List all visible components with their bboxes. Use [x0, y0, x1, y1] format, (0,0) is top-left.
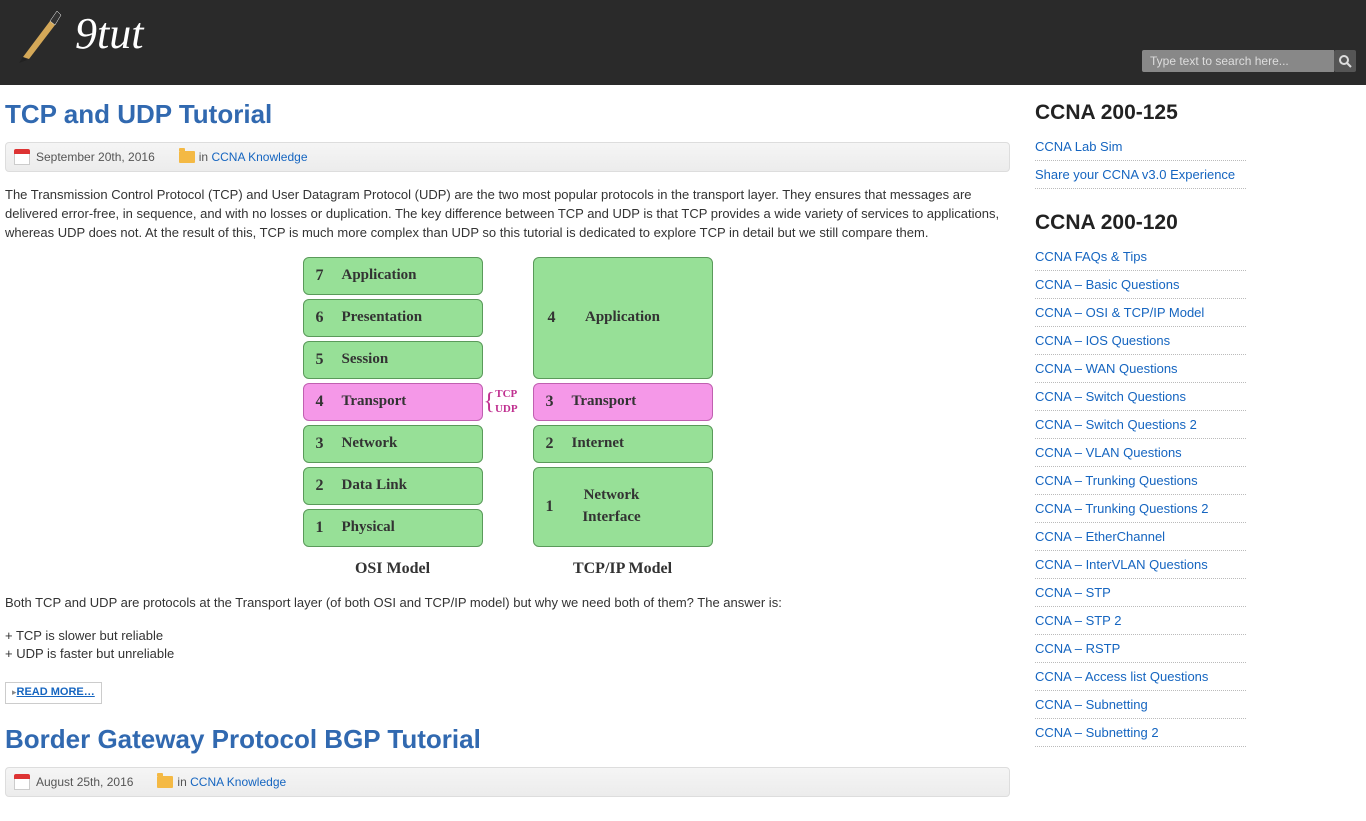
sidebar-item: CCNA FAQs & Tips [1035, 243, 1246, 271]
sidebar-item: CCNA – VLAN Questions [1035, 439, 1246, 467]
sidebar-link[interactable]: CCNA – Trunking Questions [1035, 473, 1198, 488]
osi-model-label: OSI Model [303, 557, 483, 580]
sidebar-item: CCNA – InterVLAN Questions [1035, 551, 1246, 579]
calendar-icon [14, 149, 30, 165]
bullets: + TCP is slower but reliable + UDP is fa… [5, 627, 1010, 665]
sidebar-item: CCNA – OSI & TCP/IP Model [1035, 299, 1246, 327]
sidebar-item: CCNA – EtherChannel [1035, 523, 1246, 551]
tcp-udp-badge: { TCP UDP [479, 387, 523, 419]
article-body: The Transmission Control Protocol (TCP) … [5, 186, 1010, 704]
osi-tcpip-diagram: 7Application 6Presentation 5Session 4Tra… [293, 257, 723, 580]
tcpip-layer-1: 1Network Interface [533, 467, 713, 547]
folder-icon [157, 776, 173, 788]
article-title: Border Gateway Protocol BGP Tutorial [5, 724, 1010, 755]
search-icon [1338, 54, 1352, 68]
sidebar-link[interactable]: CCNA – EtherChannel [1035, 529, 1165, 544]
article-meta: September 20th, 2016 in CCNA Knowledge [5, 142, 1010, 172]
site-name: 9tut [75, 8, 143, 59]
folder-icon [179, 151, 195, 163]
sidebar-link[interactable]: CCNA FAQs & Tips [1035, 249, 1147, 264]
article-date: September 20th, 2016 [36, 150, 155, 164]
sidebar-item: CCNA – Subnetting 2 [1035, 719, 1246, 747]
sidebar-link[interactable]: CCNA – WAN Questions [1035, 361, 1178, 376]
article-date: August 25th, 2016 [36, 775, 133, 789]
article-category-link[interactable]: CCNA Knowledge [190, 775, 286, 789]
sidebar-link[interactable]: CCNA – IOS Questions [1035, 333, 1170, 348]
sidebar-link[interactable]: CCNA – Subnetting [1035, 697, 1148, 712]
sidebar-link[interactable]: CCNA – RSTP [1035, 641, 1120, 656]
para2: Both TCP and UDP are protocols at the Tr… [5, 594, 1010, 613]
in-label: in [199, 150, 208, 164]
osi-layer-4: 4Transport [303, 383, 483, 421]
tcpip-layer-4: 4Application [533, 257, 713, 379]
osi-layer-5: 5Session [303, 341, 483, 379]
article-meta: August 25th, 2016 in CCNA Knowledge [5, 767, 1010, 797]
tcpip-layer-2: 2Internet [533, 425, 713, 463]
sidebar-item: CCNA – Access list Questions [1035, 663, 1246, 691]
main-content: TCP and UDP Tutorial September 20th, 201… [0, 85, 1020, 821]
sidebar-item: CCNA – WAN Questions [1035, 355, 1246, 383]
search-button[interactable] [1334, 50, 1356, 72]
in-label: in [177, 775, 186, 789]
sidebar-list-1: CCNA Lab Sim Share your CCNA v3.0 Experi… [1035, 133, 1246, 189]
readmore-link[interactable]: READ MORE… [17, 686, 95, 698]
sidebar-link[interactable]: CCNA – Switch Questions 2 [1035, 417, 1197, 432]
sidebar-link[interactable]: CCNA – InterVLAN Questions [1035, 557, 1208, 572]
sidebar-item: CCNA – Switch Questions [1035, 383, 1246, 411]
sidebar-section-title: CCNA 200-125 [1035, 101, 1246, 125]
intro-paragraph: The Transmission Control Protocol (TCP) … [5, 186, 1010, 243]
sidebar-link[interactable]: CCNA – STP 2 [1035, 613, 1121, 628]
sidebar-item: CCNA – Basic Questions [1035, 271, 1246, 299]
pen-icon [15, 9, 65, 59]
tcpip-column: 4Application 3Transport 2Internet 1Netwo… [533, 257, 713, 580]
search-box [1142, 50, 1356, 72]
sidebar-link[interactable]: CCNA – STP [1035, 585, 1111, 600]
article-2: Border Gateway Protocol BGP Tutorial Aug… [5, 724, 1010, 797]
tcpip-layer-3: 3Transport [533, 383, 713, 421]
container: TCP and UDP Tutorial September 20th, 201… [0, 85, 1366, 821]
site-logo[interactable]: 9tut [15, 8, 143, 59]
sidebar-link[interactable]: CCNA Lab Sim [1035, 139, 1122, 154]
sidebar-item: CCNA – Trunking Questions [1035, 467, 1246, 495]
sidebar-item: CCNA – Trunking Questions 2 [1035, 495, 1246, 523]
osi-layer-6: 6Presentation [303, 299, 483, 337]
sidebar-link[interactable]: Share your CCNA v3.0 Experience [1035, 167, 1235, 182]
tcpip-model-label: TCP/IP Model [533, 557, 713, 580]
calendar-icon [14, 774, 30, 790]
sidebar-link[interactable]: CCNA – Subnetting 2 [1035, 725, 1159, 740]
sidebar-item: Share your CCNA v3.0 Experience [1035, 161, 1246, 189]
osi-layer-1: 1Physical [303, 509, 483, 547]
sidebar-item: CCNA – RSTP [1035, 635, 1246, 663]
sidebar-link[interactable]: CCNA – Switch Questions [1035, 389, 1186, 404]
osi-column: 7Application 6Presentation 5Session 4Tra… [303, 257, 483, 580]
osi-layer-3: 3Network [303, 425, 483, 463]
sidebar-item: CCNA Lab Sim [1035, 133, 1246, 161]
article-category-link[interactable]: CCNA Knowledge [211, 150, 307, 164]
sidebar-list-2: CCNA FAQs & Tips CCNA – Basic Questions CC… [1035, 243, 1246, 747]
search-input[interactable] [1142, 50, 1334, 72]
article-title: TCP and UDP Tutorial [5, 99, 1010, 130]
sidebar-link[interactable]: CCNA – Access list Questions [1035, 669, 1208, 684]
article-title-link[interactable]: Border Gateway Protocol BGP Tutorial [5, 724, 481, 754]
sidebar-item: CCNA – STP [1035, 579, 1246, 607]
sidebar-link[interactable]: CCNA – OSI & TCP/IP Model [1035, 305, 1204, 320]
sidebar-section-title: CCNA 200-120 [1035, 211, 1246, 235]
readmore-box: ▸READ MORE… [5, 682, 102, 704]
sidebar-item: CCNA – IOS Questions [1035, 327, 1246, 355]
sidebar-link[interactable]: CCNA – VLAN Questions [1035, 445, 1182, 460]
sidebar: CCNA 200-125 CCNA Lab Sim Share your CCN… [1020, 85, 1256, 821]
sidebar-item: CCNA – STP 2 [1035, 607, 1246, 635]
header: 9tut [0, 0, 1366, 85]
osi-layer-7: 7Application [303, 257, 483, 295]
sidebar-link[interactable]: CCNA – Trunking Questions 2 [1035, 501, 1208, 516]
sidebar-item: CCNA – Switch Questions 2 [1035, 411, 1246, 439]
sidebar-item: CCNA – Subnetting [1035, 691, 1246, 719]
sidebar-link[interactable]: CCNA – Basic Questions [1035, 277, 1180, 292]
article-title-link[interactable]: TCP and UDP Tutorial [5, 99, 272, 129]
osi-layer-2: 2Data Link [303, 467, 483, 505]
